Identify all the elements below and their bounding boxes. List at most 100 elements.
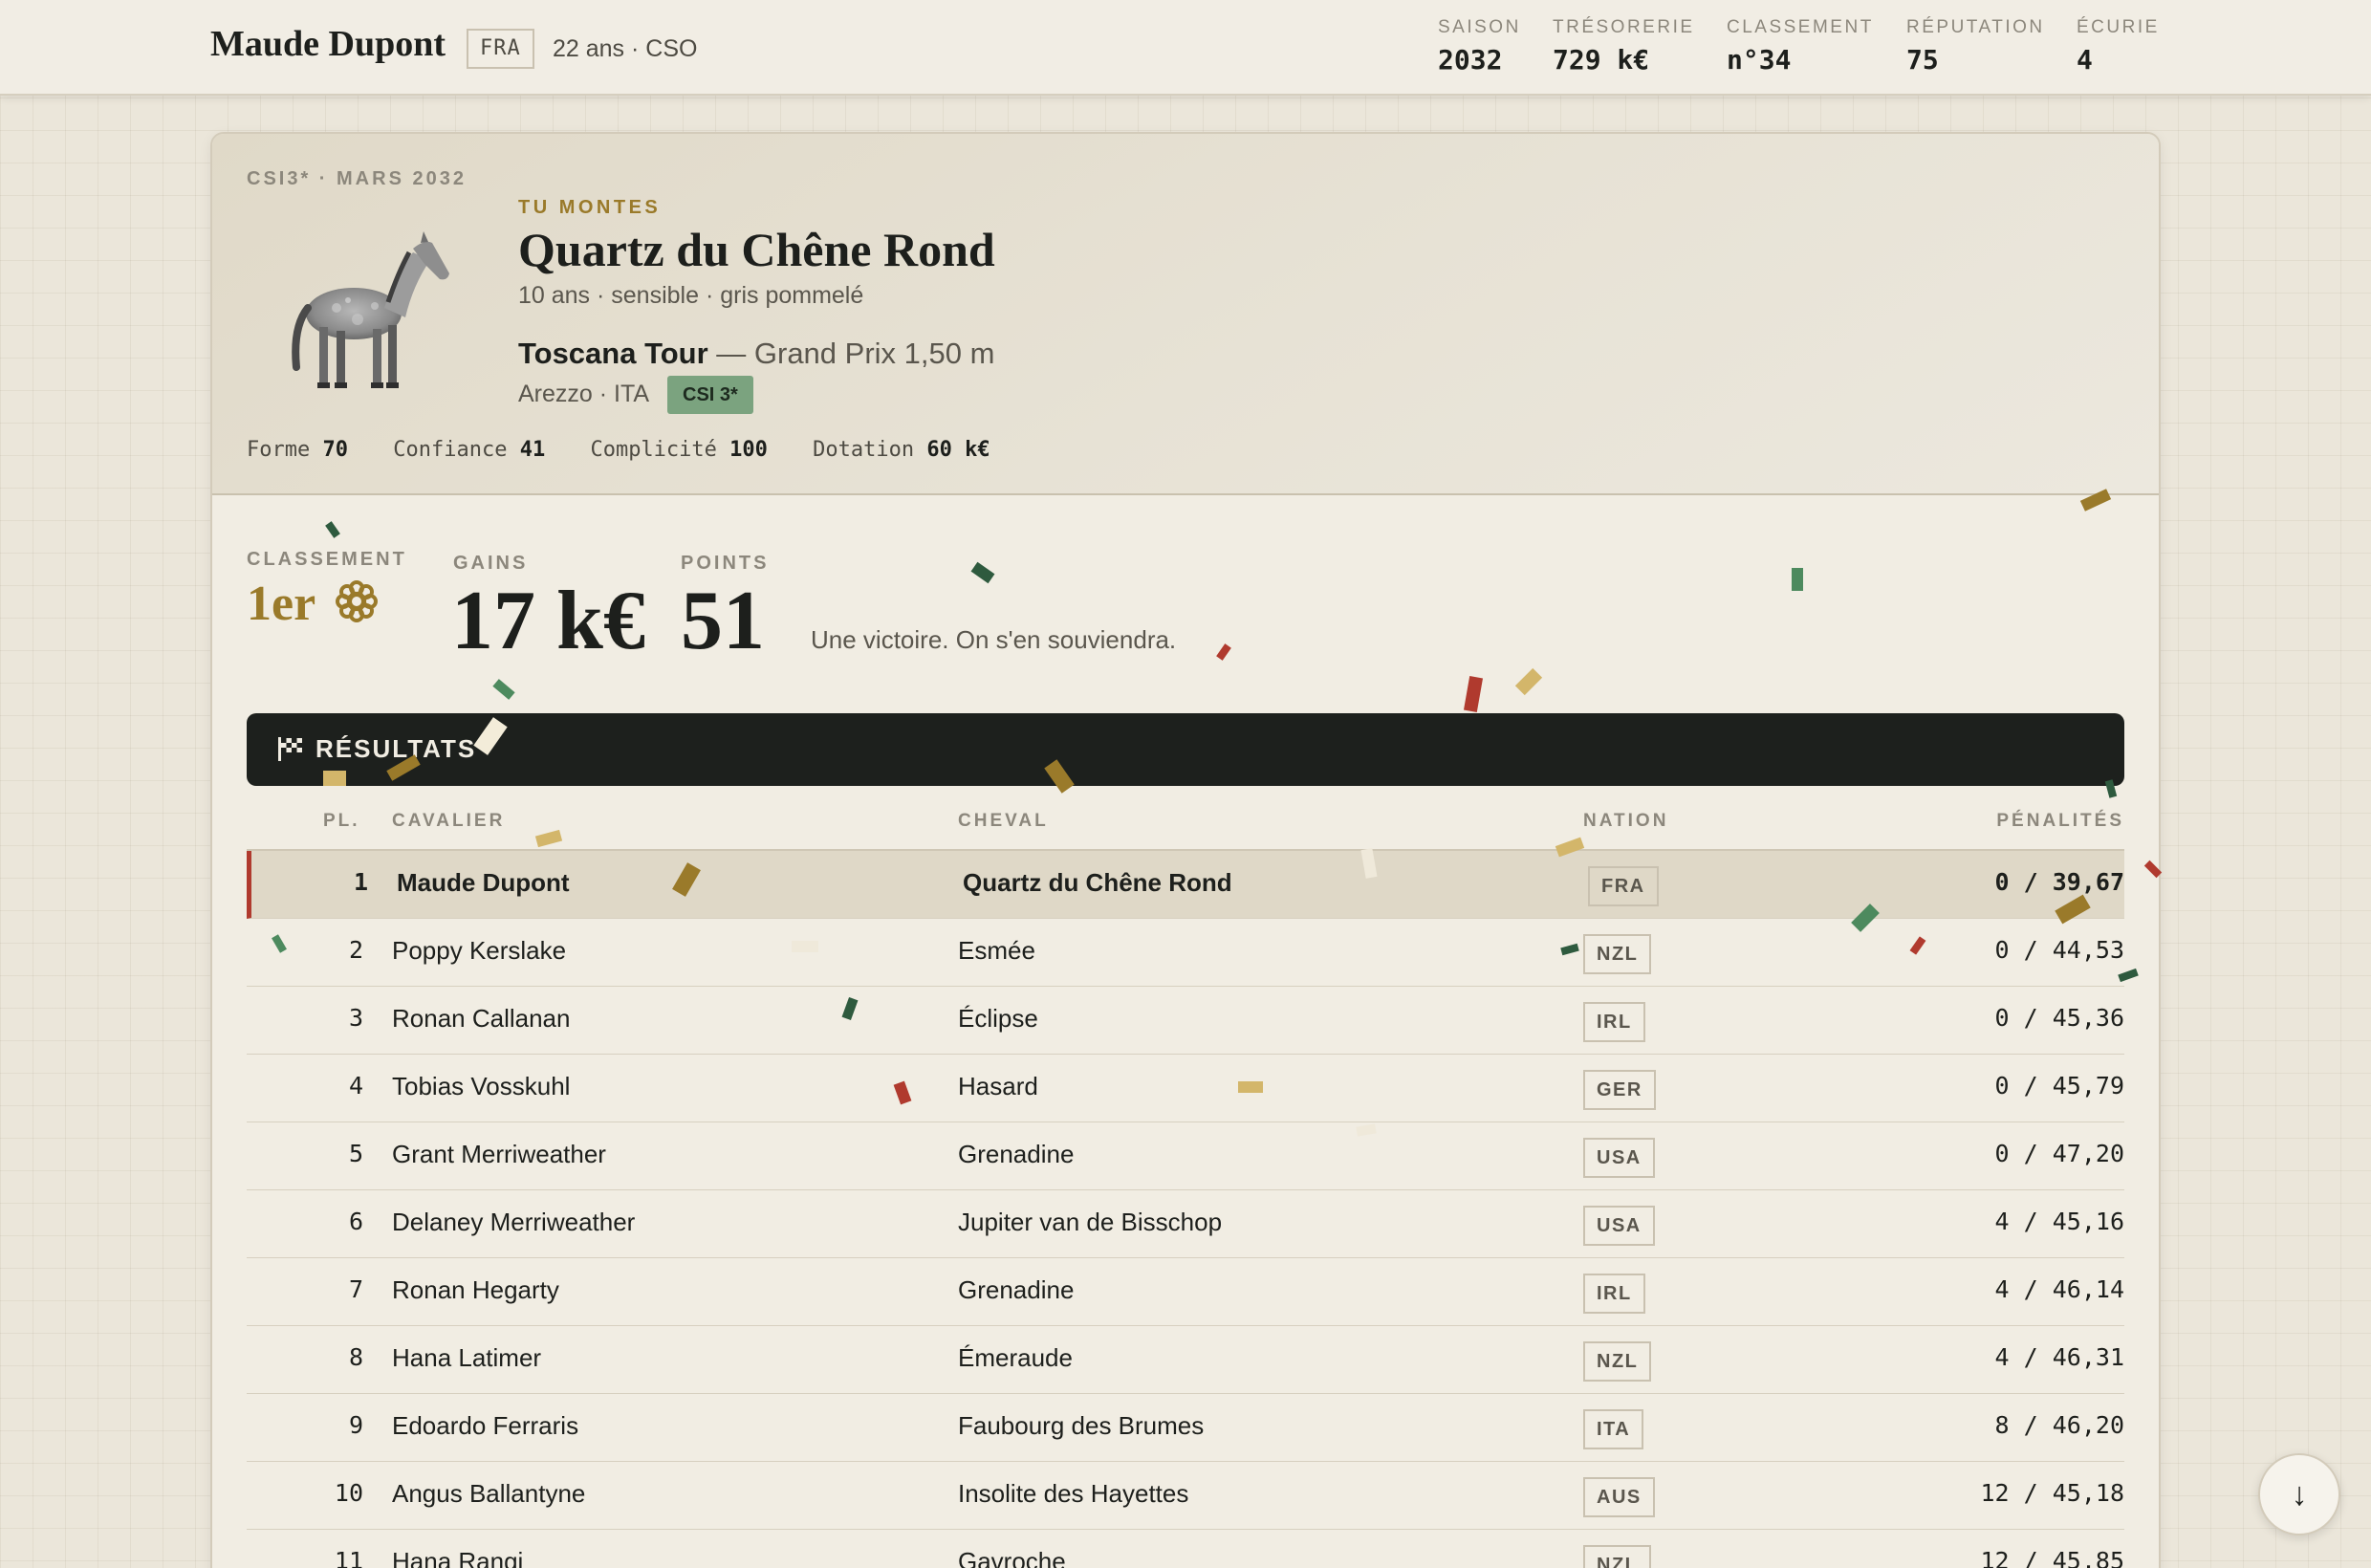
event-title: Toscana Tour — Grand Prix 1,50 m (518, 337, 994, 371)
column-header-nation: NATION (1583, 811, 1669, 831)
result-horse: Hasard (958, 1072, 1038, 1100)
horse-stat-value: 70 (322, 438, 348, 462)
result-nation-badge: USA (1583, 1206, 1655, 1246)
result-penalties: 0 / 47,20 (1994, 1140, 2124, 1167)
table-row-player: 1 Maude Dupont Quartz du Chêne Rond FRA 0 / … (247, 851, 2124, 919)
table-row: 2 Poppy Kerslake Esmée NZL 0 / 44,53 (247, 919, 2124, 987)
result-rider: Tobias Vosskuhl (392, 1072, 571, 1100)
result-rider: Ronan Hegarty (392, 1275, 559, 1304)
column-header-penalties: PÉNALITÉS (1996, 811, 2124, 831)
horse-name: Quartz du Chêne Rond (518, 223, 995, 276)
competition-result-card: CSI3* · MARS 2032 TU MONTES Quartz du Ch… (210, 132, 2161, 1568)
result-nation-badge: AUS (1583, 1477, 1655, 1517)
result-place: 5 (348, 1140, 363, 1167)
result-nation-badge: IRL (1583, 1002, 1645, 1042)
result-place: 4 (348, 1072, 363, 1100)
rank-label: CLASSEMENT (247, 549, 407, 570)
rosette-icon (336, 580, 378, 622)
stat-classement: CLASSEMENT n°34 (1727, 17, 1874, 76)
result-nation-badge: GER (1583, 1070, 1656, 1110)
table-row: 4 Tobias Vosskuhl Hasard GER 0 / 45,79 (247, 1055, 2124, 1122)
result-horse: Grenadine (958, 1140, 1075, 1168)
results-title: RÉSULTATS (315, 734, 477, 763)
result-horse: Émeraude (958, 1343, 1073, 1372)
player-name: Maude Dupont (210, 24, 446, 64)
column-header-pl: PL. (323, 811, 360, 831)
result-horse: Grenadine (958, 1275, 1075, 1304)
result-rider: Maude Dupont (397, 868, 570, 897)
horse-stat-value: 100 (729, 438, 768, 462)
result-place: 7 (348, 1275, 363, 1303)
event-level-badge: CSI 3* (667, 376, 753, 414)
event-location: Arezzo · ITA (518, 381, 650, 407)
stat-reputation: RÉPUTATION 75 (1906, 17, 2045, 76)
horse-stat-forme: Forme 70 (247, 438, 348, 462)
table-row: 5 Grant Merriweather Grenadine USA 0 / 47,20 (247, 1122, 2124, 1190)
table-body: 1 Maude Dupont Quartz du Chêne Rond FRA 0 / … (247, 851, 2124, 1568)
player-nation-badge: FRA (467, 29, 534, 69)
stat-value: 729 k€ (1553, 44, 1650, 76)
result-nation-badge: NZL (1583, 1545, 1652, 1568)
results-header-bar: RÉSULTATS (247, 713, 2124, 786)
result-nation-badge: ITA (1583, 1409, 1644, 1449)
result-penalties: 4 / 45,16 (1994, 1208, 2124, 1235)
tour-name: Toscana Tour (518, 337, 708, 370)
result-rider: Edoardo Ferraris (392, 1411, 579, 1440)
result-horse: Gavroche (958, 1547, 1066, 1568)
result-nation-badge: IRL (1583, 1274, 1645, 1314)
stat-label: TRÉSORERIE (1553, 17, 1695, 37)
results-table: PL. CAVALIER CHEVAL NATION PÉNALITÉS 1 Ma… (247, 803, 2124, 1568)
you-ride-label: TU MONTES (518, 197, 662, 218)
horse-stat-dotation: Dotation 60 k€ (813, 438, 990, 462)
stat-value: 75 (1906, 44, 1939, 76)
gains-value: 17 k€ (451, 575, 645, 667)
horse-stat-label: Complicité (590, 438, 717, 462)
result-penalties: 0 / 45,36 (1994, 1004, 2124, 1032)
stat-label: RÉPUTATION (1906, 17, 2045, 37)
horse-stats: Forme 70 Confiance 41 Complicité 100 Dot… (247, 438, 1023, 462)
horse-illustration (292, 231, 449, 388)
stat-value: 2032 (1438, 44, 1503, 76)
result-penalties: 0 / 39,67 (1994, 868, 2124, 896)
result-penalties: 8 / 46,20 (1994, 1411, 2124, 1439)
arrow-down-icon: ↓ (2291, 1476, 2308, 1513)
table-row: 10 Angus Ballantyne Insolite des Hayettes A… (247, 1462, 2124, 1530)
column-header-rider: CAVALIER (392, 811, 506, 831)
event-date: CSI3* · MARS 2032 (247, 168, 467, 189)
result-penalties: 4 / 46,14 (1994, 1275, 2124, 1303)
result-place: 1 (353, 868, 368, 896)
result-rider: Ronan Callanan (392, 1004, 571, 1033)
result-rider: Delaney Merriweather (392, 1208, 636, 1236)
result-rider: Hana Rangi (392, 1547, 524, 1568)
horse-stat-value: 41 (519, 438, 546, 462)
result-place: 6 (348, 1208, 363, 1235)
result-rider: Hana Latimer (392, 1343, 542, 1372)
column-header-horse: CHEVAL (958, 811, 1049, 831)
tour-detail: — Grand Prix 1,50 m (707, 337, 995, 370)
horse-stat-complicite: Complicité 100 (590, 438, 767, 462)
points-label: POINTS (681, 553, 770, 574)
result-horse: Éclipse (958, 1004, 1038, 1033)
table-row: 6 Delaney Merriweather Jupiter van de Biss… (247, 1190, 2124, 1258)
stat-label: CLASSEMENT (1727, 17, 1874, 37)
top-bar: Maude Dupont FRA 22 ans · CSO SAISON 203… (0, 0, 2371, 96)
checkered-flag-icon (278, 737, 302, 761)
scroll-down-button[interactable]: ↓ (2258, 1453, 2340, 1535)
stat-label: SAISON (1438, 17, 1521, 37)
result-place: 9 (348, 1411, 363, 1439)
result-horse: Faubourg des Brumes (958, 1411, 1205, 1440)
result-horse: Insolite des Hayettes (958, 1479, 1189, 1508)
gains-label: GAINS (453, 553, 529, 574)
stat-value: 4 (2077, 44, 2093, 76)
horse-stat-value: 60 k€ (926, 438, 990, 462)
result-rider: Grant Merriweather (392, 1140, 606, 1168)
table-row: 3 Ronan Callanan Éclipse IRL 0 / 45,36 (247, 987, 2124, 1055)
stat-value: n°34 (1727, 44, 1792, 76)
horse-stat-label: Forme (247, 438, 311, 462)
result-penalties: 12 / 45,85 (1980, 1547, 2124, 1568)
table-row: 11 Hana Rangi Gavroche NZL 12 / 45,85 (247, 1530, 2124, 1568)
horse-stat-label: Dotation (813, 438, 915, 462)
horse-meta: 10 ans · sensible · gris pommelé (518, 282, 864, 309)
result-penalties: 4 / 46,31 (1994, 1343, 2124, 1371)
result-nation-badge: NZL (1583, 934, 1652, 974)
